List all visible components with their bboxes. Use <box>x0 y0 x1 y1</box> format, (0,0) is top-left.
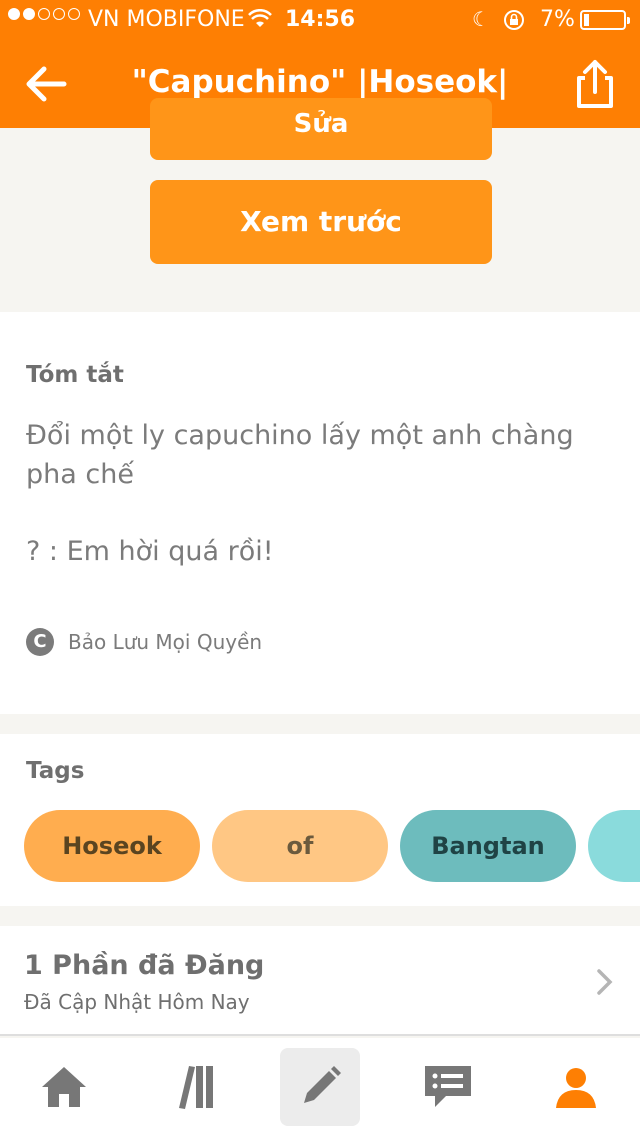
parts-count: 1 Phần đã Đăng <box>24 950 265 981</box>
copyright-icon: C <box>26 628 54 656</box>
profile-icon <box>556 1068 596 1108</box>
summary-quote: ? : Em hời quá rồi! <box>26 536 274 567</box>
summary-section: Tóm tắt Đổi một ly capuchino lấy một anh… <box>0 312 640 714</box>
tab-library[interactable] <box>152 1048 232 1126</box>
pencil-icon <box>304 1066 341 1103</box>
status-bar: VN MOBIFONE 14:56 ☾ 7% <box>0 0 640 40</box>
action-section: Sửa Xem trước <box>0 98 640 312</box>
share-button[interactable] <box>568 56 622 112</box>
messages-icon <box>425 1066 471 1107</box>
summary-text: Đổi một ly capuchino lấy một anh chàng p… <box>26 420 574 490</box>
tags-section: Tags Hoseok of Bangtan <box>0 734 640 906</box>
tab-bar <box>0 1038 640 1136</box>
copyright-label: Bảo Lưu Mọi Quyền <box>68 630 263 654</box>
tags-heading: Tags <box>26 758 85 784</box>
tag-hoseok[interactable]: Hoseok <box>24 810 200 882</box>
tab-messages[interactable] <box>408 1048 488 1126</box>
copyright-notice: C Bảo Lưu Mọi Quyền <box>26 628 262 656</box>
published-parts-row[interactable]: 1 Phần đã Đăng Đã Cập Nhật Hôm Nay <box>0 926 640 1036</box>
story-title: "Capuchino" |Hoseok| <box>131 64 509 100</box>
tag-bangtan[interactable]: Bangtan <box>400 810 576 882</box>
tab-write[interactable] <box>280 1048 360 1126</box>
do-not-disturb-icon: ☾ <box>472 7 490 31</box>
summary-heading: Tóm tắt <box>26 362 124 388</box>
tag-of[interactable]: of <box>212 810 388 882</box>
battery-icon <box>580 10 630 30</box>
parts-updated: Đã Cập Nhật Hôm Nay <box>24 990 250 1014</box>
share-icon <box>577 60 613 108</box>
library-icon <box>179 1066 213 1109</box>
chevron-right-icon <box>597 969 613 995</box>
edit-button[interactable]: Sửa <box>150 98 492 160</box>
home-icon <box>42 1067 86 1107</box>
tab-home[interactable] <box>24 1048 104 1126</box>
back-arrow-icon <box>26 66 67 102</box>
battery-percentage: 7% <box>540 7 575 32</box>
tab-profile[interactable] <box>536 1048 616 1126</box>
preview-button[interactable]: Xem trước <box>150 180 492 264</box>
back-button[interactable] <box>20 60 72 108</box>
tag-partial[interactable] <box>588 810 640 882</box>
rotation-lock-icon <box>503 9 525 37</box>
